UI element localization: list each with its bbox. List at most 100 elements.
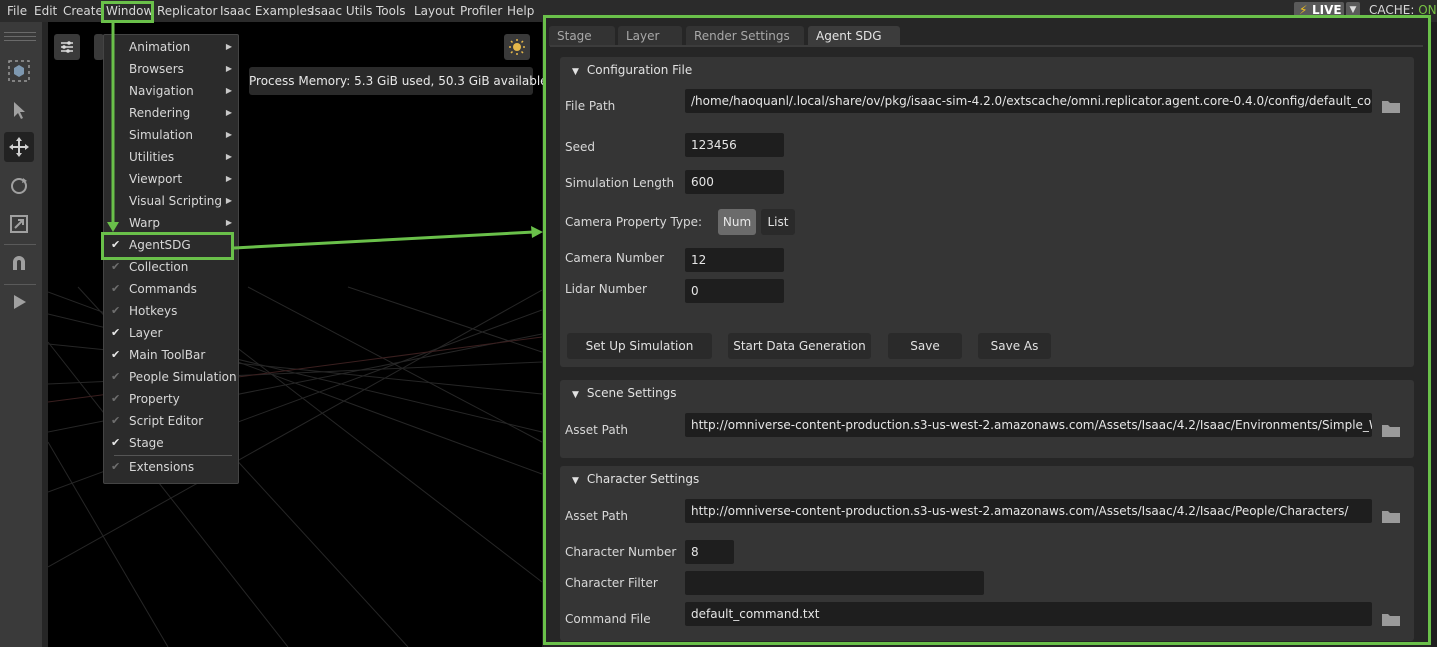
menu-isaac-examples[interactable]: Isaac Examples	[220, 3, 313, 19]
save-button[interactable]: Save	[888, 333, 962, 359]
menu-item-people-simulation[interactable]: ✔ People Simulation	[104, 366, 238, 388]
menu-item-label: Script Editor	[129, 414, 204, 428]
menu-item-warp[interactable]: Warp ▶	[104, 212, 238, 234]
menu-item-stage[interactable]: ✔ Stage	[104, 432, 238, 454]
menu-item-viewport[interactable]: Viewport ▶	[104, 168, 238, 190]
checkmark-icon: ✔	[111, 370, 121, 383]
process-memory-readout: Process Memory: 5.3 GiB used, 50.3 GiB a…	[249, 67, 548, 95]
menu-edit[interactable]: Edit	[34, 3, 57, 19]
checkmark-icon: ✔	[111, 260, 121, 273]
folder-icon[interactable]	[1382, 612, 1400, 626]
seed-label: Seed	[565, 140, 595, 154]
camera-number-field[interactable]: 12	[685, 248, 784, 272]
triangle-down-icon: ▼	[572, 390, 579, 400]
menu-profiler[interactable]: Profiler	[460, 3, 502, 19]
folder-icon[interactable]	[1382, 99, 1400, 113]
menu-item-navigation[interactable]: Navigation ▶	[104, 80, 238, 102]
menu-file[interactable]: File	[7, 3, 27, 19]
pointer-icon[interactable]	[4, 95, 34, 125]
command-file-field[interactable]: default_command.txt	[685, 602, 1372, 626]
select-mode-icon[interactable]	[4, 56, 34, 86]
move-icon[interactable]	[4, 132, 34, 162]
start-data-generation-button[interactable]: Start Data Generation	[728, 333, 871, 359]
submenu-arrow-icon: ▶	[225, 152, 232, 161]
tab-agent-sdg[interactable]: Agent SDG	[808, 26, 900, 46]
menu-item-property[interactable]: ✔ Property	[104, 388, 238, 410]
simulation-length-field[interactable]: 600	[685, 170, 784, 194]
menu-item-script-editor[interactable]: ✔ Script Editor	[104, 410, 238, 432]
camera-type-list-toggle[interactable]: List	[761, 209, 795, 235]
scale-icon[interactable]	[4, 209, 34, 239]
menu-layout[interactable]: Layout	[414, 3, 455, 19]
checkmark-icon: ✔	[111, 392, 121, 405]
toolbar-grip	[4, 36, 36, 37]
command-file-label: Command File	[565, 612, 651, 626]
menu-help[interactable]: Help	[507, 3, 534, 19]
triangle-down-icon: ▼	[572, 67, 579, 77]
menu-item-main-toolbar[interactable]: ✔ Main ToolBar	[104, 344, 238, 366]
toolbar-grip	[4, 40, 36, 41]
menu-item-label: Utilities	[129, 150, 175, 164]
window-menu-dropdown: Animation ▶ Browsers ▶ Navigation ▶ Rendering ▶…	[103, 34, 239, 484]
checkmark-icon: ✔	[111, 326, 121, 339]
menu-item-label: Commands	[129, 282, 197, 296]
lidar-number-label: Lidar Number	[565, 282, 647, 296]
set-up-simulation-button[interactable]: Set Up Simulation	[567, 333, 712, 359]
viewport-settings-icon[interactable]	[54, 34, 80, 60]
scene-asset-path-label: Asset Path	[565, 423, 628, 437]
menu-item-agentsdg[interactable]: ✔ AgentSDG	[104, 234, 238, 256]
menu-item-collection[interactable]: ✔ Collection	[104, 256, 238, 278]
toolbar-grip	[4, 32, 36, 33]
character-asset-path-field[interactable]: http://omniverse-content-production.s3-u…	[685, 499, 1372, 523]
menu-item-visual-scripting[interactable]: Visual Scripting ▶	[104, 190, 238, 212]
character-number-field[interactable]: 8	[685, 540, 734, 564]
scene-asset-path-field[interactable]: http://omniverse-content-production.s3-u…	[685, 413, 1372, 437]
menu-item-label: People Simulation	[129, 370, 237, 384]
menu-window[interactable]: Window	[106, 3, 153, 19]
submenu-arrow-icon: ▶	[225, 130, 232, 139]
scene-settings-header[interactable]: ▼ Scene Settings	[572, 386, 677, 400]
camera-type-num-toggle[interactable]: Num	[718, 209, 756, 235]
file-path-field[interactable]: /home/haoquanl/.local/share/ov/pkg/isaac…	[685, 89, 1372, 113]
menu-item-browsers[interactable]: Browsers ▶	[104, 58, 238, 80]
menu-item-extensions[interactable]: ✔ Extensions	[104, 456, 238, 478]
folder-icon[interactable]	[1382, 423, 1400, 437]
menu-tools[interactable]: Tools	[376, 3, 406, 19]
menu-item-commands[interactable]: ✔ Commands	[104, 278, 238, 300]
play-icon[interactable]	[4, 287, 34, 317]
tab-label: Render Settings	[694, 29, 790, 43]
toolbar-separator	[4, 284, 36, 285]
menu-item-utilities[interactable]: Utilities ▶	[104, 146, 238, 168]
checkmark-icon: ✔	[111, 436, 121, 449]
checkmark-icon: ✔	[111, 414, 121, 427]
menu-item-layer[interactable]: ✔ Layer	[104, 322, 238, 344]
tab-render-settings[interactable]: Render Settings	[686, 26, 804, 46]
character-number-label: Character Number	[565, 545, 677, 559]
lidar-number-field[interactable]: 0	[685, 279, 784, 303]
lighting-icon[interactable]	[504, 34, 530, 60]
configuration-header[interactable]: ▼ Configuration File	[572, 63, 692, 77]
character-settings-header[interactable]: ▼ Character Settings	[572, 472, 699, 486]
seed-field[interactable]: 123456	[685, 133, 784, 157]
menu-item-simulation[interactable]: Simulation ▶	[104, 124, 238, 146]
snap-magnet-icon[interactable]	[4, 248, 34, 278]
character-filter-field[interactable]	[685, 571, 984, 595]
menu-item-hotkeys[interactable]: ✔ Hotkeys	[104, 300, 238, 322]
menu-replicator[interactable]: Replicator	[157, 3, 217, 19]
tab-label: Agent SDG	[816, 29, 882, 43]
submenu-arrow-icon: ▶	[225, 42, 232, 51]
menu-item-animation[interactable]: Animation ▶	[104, 36, 238, 58]
menu-isaac-utils[interactable]: Isaac Utils	[311, 3, 372, 19]
tab-layer[interactable]: Layer	[618, 26, 682, 46]
tab-stage[interactable]: Stage	[549, 26, 615, 46]
folder-icon[interactable]	[1382, 509, 1400, 523]
rotate-icon[interactable]	[4, 171, 34, 201]
menu-item-label: Property	[129, 392, 180, 406]
menu-item-label: Warp	[129, 216, 161, 230]
section-title: Scene Settings	[586, 386, 677, 400]
menu-create[interactable]: Create	[63, 3, 103, 19]
menu-item-rendering[interactable]: Rendering ▶	[104, 102, 238, 124]
menu-separator	[114, 455, 232, 456]
menu-item-label: Animation	[129, 40, 191, 54]
save-as-button[interactable]: Save As	[978, 333, 1051, 359]
